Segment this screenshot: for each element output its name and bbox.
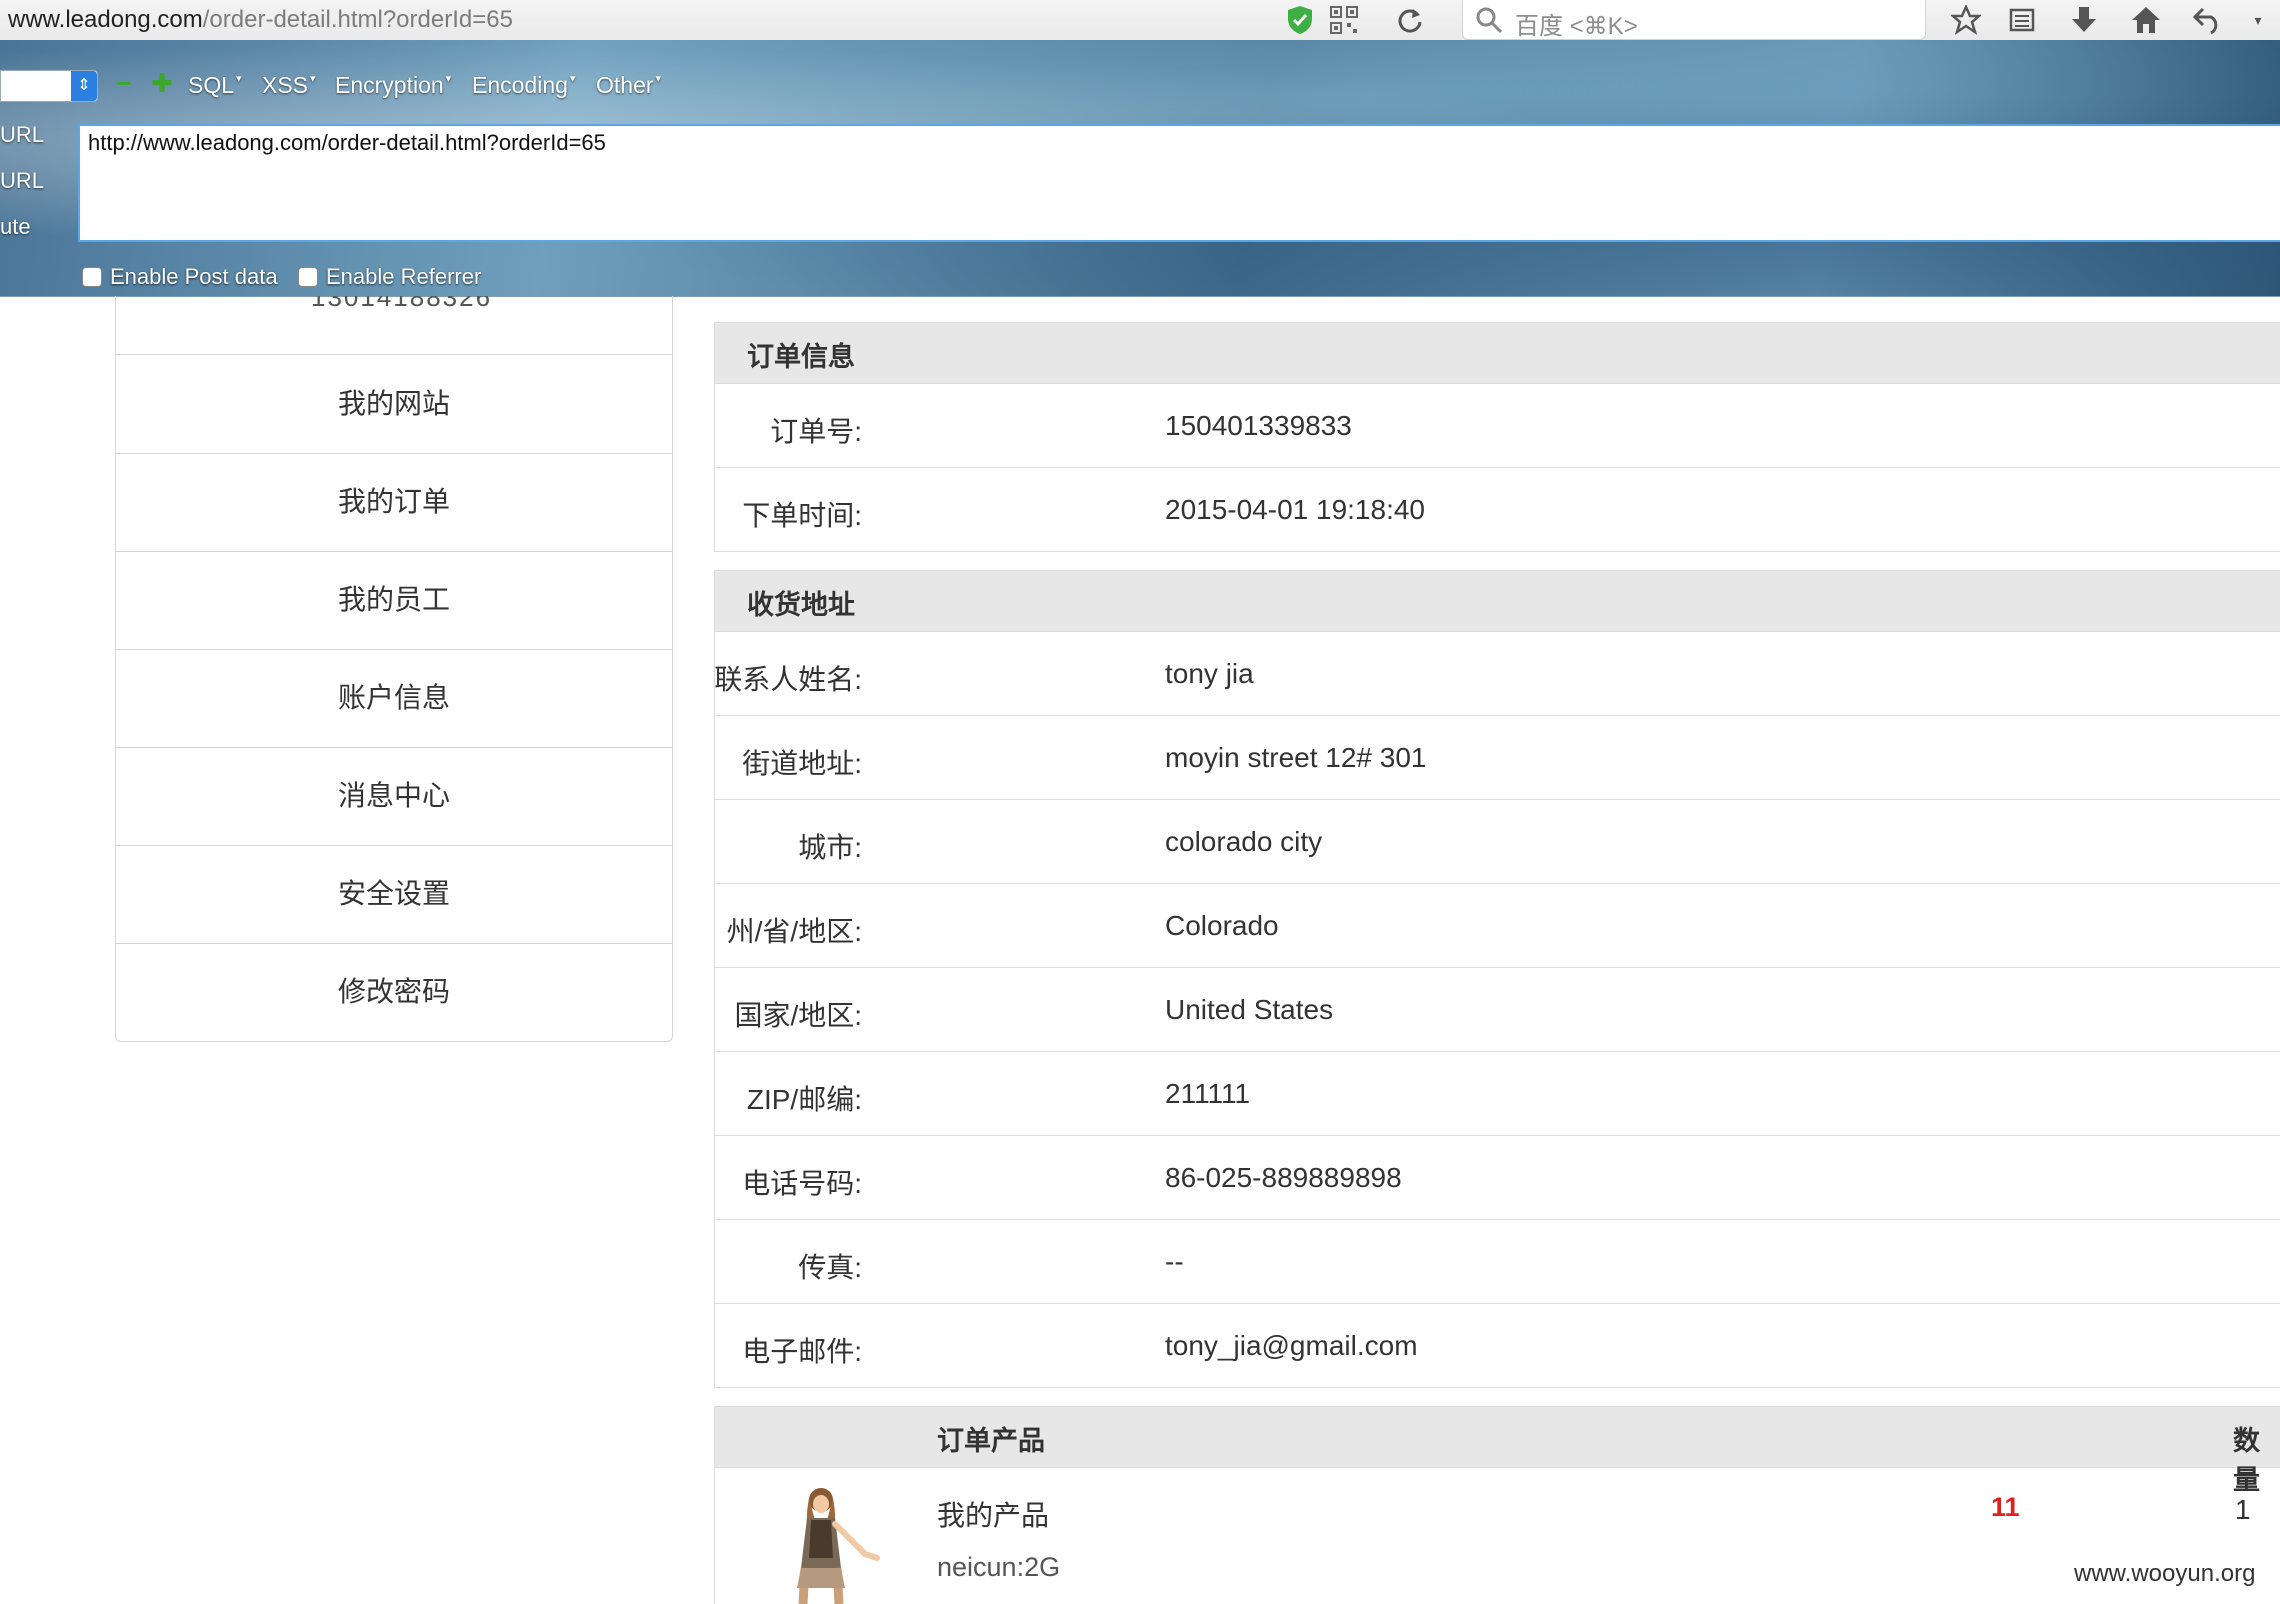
sidebar-item-change-password[interactable]: 修改密码 — [116, 943, 672, 1041]
search-input[interactable]: 百度 <⌘K> — [1462, 0, 1926, 40]
split-url-button[interactable]: URL — [0, 168, 44, 194]
product-spec: neicun:2G — [937, 1552, 1061, 1582]
address-header: 收货地址 — [714, 570, 2280, 632]
order-number-label: 订单号: — [770, 416, 862, 447]
street-value: moyin street 12# 301 — [1165, 742, 1427, 773]
hackbar-url-field[interactable]: http://www.leadong.com/order-detail.html… — [78, 124, 2280, 242]
account-sidebar: 13014188326 我的网站 我的订单 我的员工 账户信息 消息中心 安全设… — [115, 296, 673, 1042]
products-header: 订单产品 数量 — [714, 1406, 2280, 1495]
state-label: 州/省/地区: — [726, 916, 862, 947]
zip-label: ZIP/邮编: — [746, 1084, 862, 1115]
order-time-label: 下单时间: — [742, 500, 862, 531]
email-label: 电子邮件: — [742, 1336, 862, 1367]
hackbar-panel: ⇕ − ✚ SQL ▾ XSS ▾ Encryption ▾ Encoding ▾ Ot… — [0, 40, 2280, 297]
menu-sql[interactable]: SQL ▾ — [188, 72, 242, 99]
state-value: Colorado — [1165, 910, 1279, 941]
watermark: www.wooyun.org — [2074, 1560, 2256, 1587]
contact-name-row: 联系人姓名: tony jia — [714, 632, 2280, 716]
products-column-title: 订单产品 — [937, 1426, 1045, 1456]
home-icon[interactable] — [2128, 2, 2164, 38]
order-info-header: 订单信息 — [714, 322, 2280, 384]
order-info-title: 订单信息 — [747, 342, 855, 372]
email-row: 电子邮件: tony_jia@gmail.com — [714, 1304, 2280, 1388]
minus-icon[interactable]: − — [112, 70, 136, 96]
order-number-row: 订单号: 150401339833 — [714, 384, 2280, 468]
address-title: 收货地址 — [747, 590, 855, 620]
enable-post-checkbox[interactable]: Enable Post data — [82, 264, 278, 290]
product-image[interactable] — [765, 1488, 895, 1604]
download-icon[interactable] — [2066, 2, 2102, 38]
search-placeholder: 百度 <⌘K> — [1515, 13, 1638, 40]
execute-button[interactable]: ute — [0, 214, 31, 240]
hackbar-select[interactable]: ⇕ — [0, 70, 98, 102]
zip-value: 211111 — [1165, 1078, 1251, 1109]
city-value: colorado city — [1165, 826, 1323, 857]
phone-row: 电话号码: 86-025-889889898 — [714, 1136, 2280, 1220]
enable-referrer-checkbox[interactable]: Enable Referrer — [298, 264, 481, 290]
sidebar-item-my-employees[interactable]: 我的员工 — [116, 551, 672, 650]
reload-icon[interactable] — [1392, 2, 1428, 38]
back-arrow-icon[interactable] — [2190, 2, 2226, 38]
sidebar-item-account-info[interactable]: 账户信息 — [116, 649, 672, 748]
qr-code-icon[interactable] — [1326, 2, 1362, 38]
country-value: United States — [1165, 994, 1334, 1025]
product-row: 我的产品 neicun:2G 11 1 — [714, 1468, 2280, 1604]
checkbox-icon — [82, 267, 102, 287]
fax-label: 传真: — [798, 1252, 862, 1283]
product-quantity: 1 — [2235, 1494, 2251, 1525]
shield-icon[interactable] — [1282, 2, 1318, 38]
sidebar-item-my-website[interactable]: 我的网站 — [116, 355, 672, 454]
contact-name-value: tony jia — [1165, 658, 1254, 689]
search-icon — [1476, 7, 1503, 34]
country-row: 国家/地区: United States — [714, 968, 2280, 1052]
menu-chevron-down-icon[interactable]: ▾ — [2240, 2, 2276, 38]
order-time-value: 2015-04-01 19:18:40 — [1165, 494, 1425, 525]
order-time-row: 下单时间: 2015-04-01 19:18:40 — [714, 468, 2280, 552]
fax-row: 传真: -- — [714, 1220, 2280, 1304]
menu-xss[interactable]: XSS ▾ — [262, 72, 316, 99]
email-value: tony_jia@gmail.com — [1165, 1330, 1418, 1361]
city-label: 城市: — [798, 832, 862, 863]
street-row: 街道地址: moyin street 12# 301 — [714, 716, 2280, 800]
city-row: 城市: colorado city — [714, 800, 2280, 884]
checkbox-icon — [298, 267, 318, 287]
sidebar-item-security[interactable]: 安全设置 — [116, 845, 672, 944]
product-name[interactable]: 我的产品 — [937, 1494, 1049, 1534]
bookmark-star-icon[interactable] — [1948, 2, 1984, 38]
contact-name-label: 联系人姓名: — [714, 664, 862, 695]
sidebar-user-number: 13014188326 — [116, 296, 672, 355]
browser-toolbar: www.leadong.com/order-detail.html?orderI… — [0, 0, 2280, 41]
phone-label: 电话号码: — [742, 1168, 862, 1199]
order-number-value: 150401339833 — [1165, 410, 1352, 441]
address-bar[interactable]: www.leadong.com/order-detail.html?orderI… — [8, 6, 513, 34]
menu-encryption[interactable]: Encryption ▾ — [335, 72, 451, 99]
menu-encoding[interactable]: Encoding ▾ — [472, 72, 575, 99]
select-arrow-icon: ⇕ — [71, 71, 97, 101]
state-row: 州/省/地区: Colorado — [714, 884, 2280, 968]
sidebar-item-my-orders[interactable]: 我的订单 — [116, 453, 672, 552]
plus-icon[interactable]: ✚ — [150, 70, 174, 96]
country-label: 国家/地区: — [734, 1000, 862, 1031]
load-url-button[interactable]: URL — [0, 122, 44, 148]
url-path: /order-detail.html?orderId=65 — [202, 6, 513, 33]
menu-other[interactable]: Other ▾ — [596, 72, 661, 99]
product-price: 11 — [1991, 1492, 2020, 1522]
fax-value: -- — [1165, 1246, 1184, 1277]
zip-row: ZIP/邮编: 211111 — [714, 1052, 2280, 1136]
sidebar-item-messages[interactable]: 消息中心 — [116, 747, 672, 846]
phone-value: 86-025-889889898 — [1165, 1162, 1402, 1193]
url-host: www.leadong.com — [8, 6, 203, 33]
reading-list-icon[interactable] — [2004, 2, 2040, 38]
street-label: 街道地址: — [742, 748, 862, 779]
